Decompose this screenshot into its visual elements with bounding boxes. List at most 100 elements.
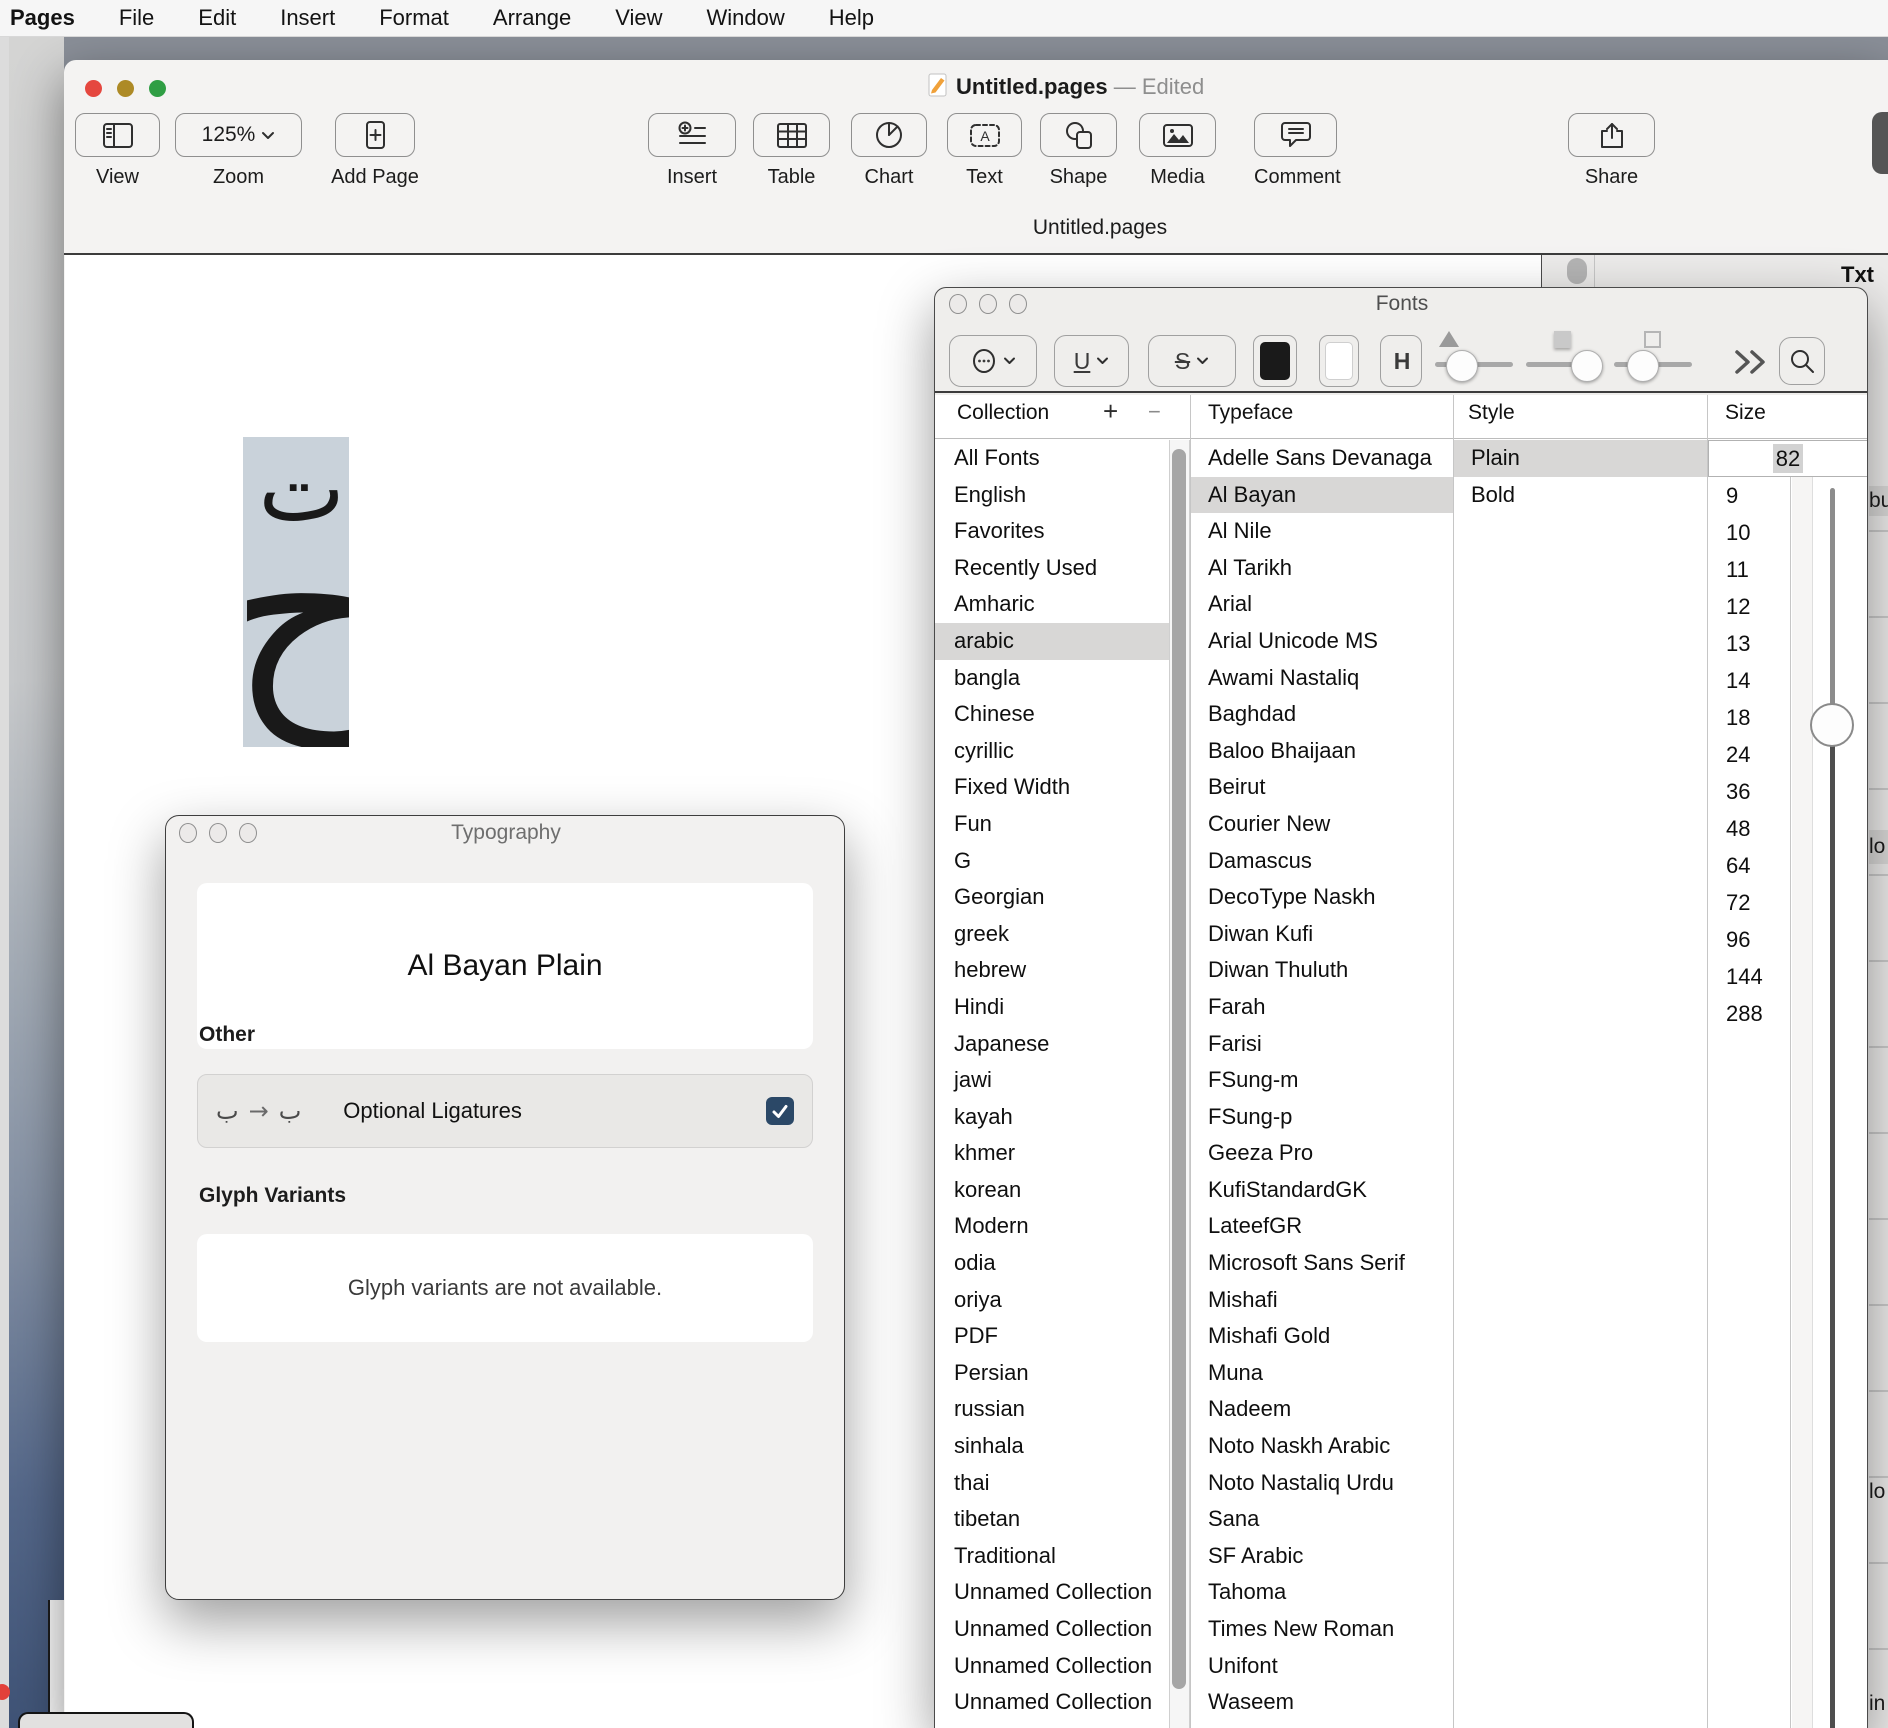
add-page-button[interactable] [335,113,415,157]
menu-item[interactable]: Arrange [493,5,571,31]
collection-item[interactable]: arabic [935,622,1169,660]
size-item[interactable]: 10 [1709,514,1790,551]
typeface-item[interactable]: Al Tarikh [1191,550,1453,587]
size-item[interactable]: 48 [1709,810,1790,847]
shadow-blur-slider-knob[interactable] [1571,350,1603,382]
strikethrough-button[interactable]: S [1148,335,1236,387]
selected-text-box[interactable]: ت ح [243,437,349,747]
typeface-item[interactable]: Tahoma [1191,1574,1453,1611]
insert-button[interactable] [648,113,736,157]
typeface-item[interactable]: Courier New [1191,806,1453,843]
collection-scrollbar-thumb[interactable] [1172,449,1186,1689]
collection-item[interactable]: Modern [935,1208,1169,1245]
view-button[interactable] [75,113,160,157]
collection-item[interactable]: Chinese [935,696,1169,733]
size-slider-track[interactable] [1830,725,1835,1728]
typeface-item[interactable]: Farah [1191,989,1453,1026]
collection-item[interactable]: Persian [935,1355,1169,1392]
collection-item[interactable]: thai [935,1465,1169,1502]
size-slider-track[interactable] [1830,488,1835,725]
typeface-item[interactable]: Waseem [1191,1684,1453,1721]
typeface-item[interactable]: Sana [1191,1501,1453,1538]
collection-item[interactable]: jawi [935,1062,1169,1099]
style-item[interactable]: Bold [1454,477,1707,514]
size-item[interactable]: 36 [1709,773,1790,810]
text-button[interactable]: A [947,113,1022,157]
collection-item[interactable]: Recently Used [935,550,1169,587]
collection-item[interactable]: Japanese [935,1026,1169,1063]
typeface-item[interactable]: FSung-p [1191,1099,1453,1136]
typeface-item[interactable]: SF Arabic [1191,1538,1453,1575]
collection-item[interactable]: korean [935,1172,1169,1209]
collection-item[interactable]: Hindi [935,989,1169,1026]
typeface-item[interactable]: FSung-m [1191,1062,1453,1099]
collection-item[interactable]: kayah [935,1099,1169,1136]
size-item[interactable]: 72 [1709,884,1790,921]
collection-item[interactable]: Traditional [935,1538,1169,1575]
shape-button[interactable] [1040,113,1117,157]
typeface-item[interactable]: Al Bayan [1191,476,1453,514]
typeface-item[interactable]: Nadeem [1191,1391,1453,1428]
size-item[interactable]: 9 [1709,477,1790,514]
format-sidebar-scrollbar[interactable] [1567,258,1587,284]
typeface-item[interactable]: Diwan Kufi [1191,916,1453,953]
collection-item[interactable]: Fixed Width [935,769,1169,806]
zoom-dropdown[interactable]: 125% [175,113,302,157]
size-slider-knob[interactable] [1810,703,1854,747]
close-button[interactable] [85,80,102,97]
typeface-item[interactable]: Diwan Thuluth [1191,952,1453,989]
collection-item[interactable]: greek [935,916,1169,953]
collection-item[interactable]: Georgian [935,879,1169,916]
menu-apple-app[interactable]: Pages [10,5,75,31]
typeface-item[interactable]: Al Nile [1191,513,1453,550]
typeface-item[interactable]: Farisi [1191,1026,1453,1063]
menu-item[interactable]: Window [707,5,785,31]
collection-item[interactable]: oriya [935,1282,1169,1319]
chart-button[interactable] [851,113,927,157]
typeface-item[interactable]: Arial Unicode MS [1191,623,1453,660]
typeface-item[interactable]: Unifont [1191,1648,1453,1685]
typeface-item[interactable]: Awami Nastaliq [1191,660,1453,697]
typeface-item[interactable]: DecoType Naskh [1191,879,1453,916]
underline-button[interactable]: U [1054,335,1129,387]
text-color-well[interactable] [1253,335,1297,387]
collection-item[interactable]: khmer [935,1135,1169,1172]
collection-item[interactable]: G [935,843,1169,880]
collection-item[interactable]: Unnamed Collection [935,1574,1169,1611]
menu-item[interactable]: Help [829,5,874,31]
collection-item[interactable]: Favorites [935,513,1169,550]
typeface-item[interactable]: Noto Nastaliq Urdu [1191,1465,1453,1502]
typeface-item[interactable]: Mishafi Gold [1191,1318,1453,1355]
typeface-item[interactable]: KufiStandardGK [1191,1172,1453,1209]
collection-item[interactable]: Unnamed Collection [935,1721,1169,1728]
menu-item[interactable]: File [119,5,154,31]
menu-item[interactable]: Insert [280,5,335,31]
typeface-item[interactable]: LateefGR [1191,1208,1453,1245]
collection-item[interactable]: tibetan [935,1501,1169,1538]
size-item[interactable]: 288 [1709,995,1790,1032]
remove-collection-button[interactable]: − [1148,399,1161,425]
typeface-item[interactable]: Mishafi [1191,1282,1453,1319]
typeface-item[interactable]: Damascus [1191,843,1453,880]
typeface-item[interactable]: Baloo Bhaijaan [1191,733,1453,770]
size-item[interactable]: 11 [1709,551,1790,588]
collection-item[interactable]: cyrillic [935,733,1169,770]
collection-item[interactable]: Unnamed Collection [935,1684,1169,1721]
collection-item[interactable]: PDF [935,1318,1169,1355]
style-item[interactable]: Plain [1454,440,1707,477]
overflow-chevrons-icon[interactable] [1733,348,1771,376]
table-button[interactable] [753,113,830,157]
collection-item[interactable]: odia [935,1245,1169,1282]
size-input[interactable]: 82 [1708,440,1867,477]
size-item[interactable]: 96 [1709,921,1790,958]
collection-item[interactable]: Unnamed Collection [935,1611,1169,1648]
typeface-item[interactable]: Muna [1191,1355,1453,1392]
menu-item[interactable]: Edit [198,5,236,31]
comment-button[interactable] [1254,113,1337,157]
collection-item[interactable]: russian [935,1391,1169,1428]
collection-item[interactable]: English [935,477,1169,514]
menu-item[interactable]: View [615,5,662,31]
zoom-window-button[interactable] [149,80,166,97]
typeface-item[interactable]: Baghdad [1191,696,1453,733]
size-item[interactable]: 18 [1709,699,1790,736]
